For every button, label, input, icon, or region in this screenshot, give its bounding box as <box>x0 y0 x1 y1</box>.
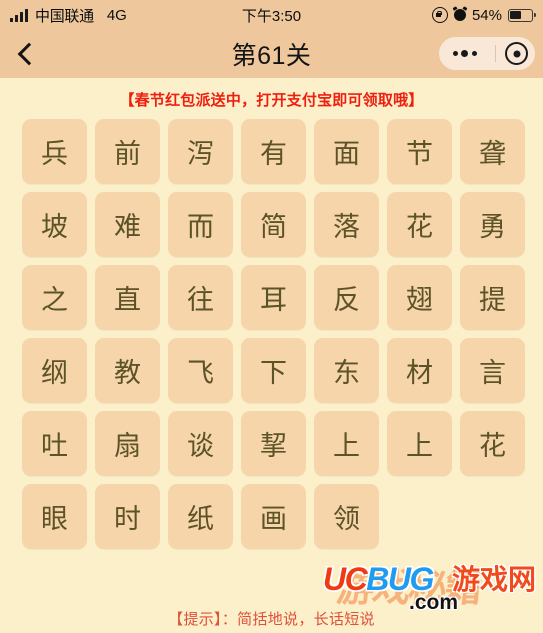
hint-text: 【提示】：简括地说，长话短说 <box>168 611 375 628</box>
watermark-cn-text: 游戏网 <box>452 564 537 595</box>
character-tile[interactable]: 泻 <box>168 119 233 184</box>
watermark-logo: UCBUG <box>323 561 434 598</box>
character-tile[interactable]: 言 <box>460 338 525 403</box>
site-watermark: 游戏秘籍 UCBUG 游戏网 .com <box>319 555 537 615</box>
grid-row: 眼时纸画领 <box>22 484 543 549</box>
carrier-label: 中国联通 <box>35 7 94 25</box>
grid-row: 坡难而简落花勇 <box>22 192 543 257</box>
status-bar-left: 中国联通 4G <box>10 5 127 26</box>
grid-row: 纲教飞下东材言 <box>22 338 543 403</box>
alarm-clock-icon <box>453 9 466 21</box>
capsule-divider <box>494 45 496 62</box>
character-tile[interactable]: 纲 <box>22 338 87 403</box>
character-tile[interactable]: 坡 <box>22 192 87 257</box>
watermark-ghost-text: 游戏秘籍 <box>334 568 483 610</box>
character-tile[interactable]: 提 <box>460 265 525 330</box>
character-tile[interactable]: 落 <box>314 192 379 257</box>
back-button[interactable] <box>0 30 52 78</box>
grid-row: 之直往耳反翅提 <box>22 265 543 330</box>
character-tile[interactable]: 反 <box>314 265 379 330</box>
status-bar-right: 54% <box>431 6 536 24</box>
character-tile[interactable]: 聋 <box>460 119 525 184</box>
character-tile[interactable]: 简 <box>241 192 306 257</box>
character-tile[interactable]: 花 <box>387 192 452 257</box>
grid-row: 兵前泻有面节聋 <box>22 119 543 184</box>
character-tile[interactable]: 难 <box>95 192 160 257</box>
rotation-lock-icon <box>431 7 448 23</box>
grid-row: 吐扇谈挈上上花 <box>22 411 543 476</box>
character-grid: 兵前泻有面节聋坡难而简落花勇之直往耳反翅提纲教飞下东材言吐扇谈挈上上花眼时纸画领 <box>0 119 543 549</box>
character-tile[interactable]: 节 <box>387 119 452 184</box>
character-tile[interactable]: 有 <box>241 119 306 184</box>
character-tile[interactable]: 材 <box>387 338 452 403</box>
character-tile[interactable]: 下 <box>241 338 306 403</box>
nav-bar: 第61关 <box>0 30 543 78</box>
character-tile[interactable]: 挈 <box>241 411 306 476</box>
character-tile[interactable]: 勇 <box>460 192 525 257</box>
character-tile[interactable]: 东 <box>314 338 379 403</box>
character-tile[interactable]: 飞 <box>168 338 233 403</box>
character-tile[interactable]: 前 <box>95 119 160 184</box>
watermark-bug-text: BUG <box>366 561 434 597</box>
character-tile[interactable]: 上 <box>314 411 379 476</box>
character-tile[interactable]: 翅 <box>387 265 452 330</box>
battery-icon <box>508 8 536 22</box>
character-tile[interactable]: 眼 <box>22 484 87 549</box>
character-tile[interactable]: 耳 <box>241 265 306 330</box>
battery-percent-label: 54% <box>471 6 502 24</box>
more-menu-icon[interactable] <box>444 50 486 57</box>
character-tile[interactable]: 兵 <box>22 119 87 184</box>
character-tile[interactable]: 之 <box>22 265 87 330</box>
chevron-left-icon <box>17 42 40 66</box>
character-tile[interactable]: 领 <box>314 484 379 549</box>
character-tile[interactable]: 面 <box>314 119 379 184</box>
network-type-label: 4G <box>106 6 127 24</box>
character-tile[interactable]: 花 <box>460 411 525 476</box>
watermark-uc-text: UC <box>323 561 368 597</box>
miniprogram-capsule[interactable] <box>439 37 535 70</box>
character-tile[interactable]: 而 <box>168 192 233 257</box>
character-tile[interactable]: 吐 <box>22 411 87 476</box>
character-tile[interactable]: 教 <box>95 338 160 403</box>
character-tile[interactable]: 扇 <box>95 411 160 476</box>
signal-bars-icon <box>10 8 28 22</box>
promo-banner[interactable]: 【春节红包派送中，打开支付宝即可领取哦】 <box>0 78 543 119</box>
close-target-icon[interactable] <box>505 42 529 65</box>
character-tile[interactable]: 画 <box>241 484 306 549</box>
status-bar: 中国联通 4G 下午3:50 54% <box>0 0 543 30</box>
character-tile[interactable]: 时 <box>95 484 160 549</box>
character-tile[interactable]: 纸 <box>168 484 233 549</box>
character-tile[interactable]: 上 <box>387 411 452 476</box>
character-tile[interactable]: 直 <box>95 265 160 330</box>
character-tile[interactable]: 往 <box>168 265 233 330</box>
character-tile[interactable]: 谈 <box>168 411 233 476</box>
